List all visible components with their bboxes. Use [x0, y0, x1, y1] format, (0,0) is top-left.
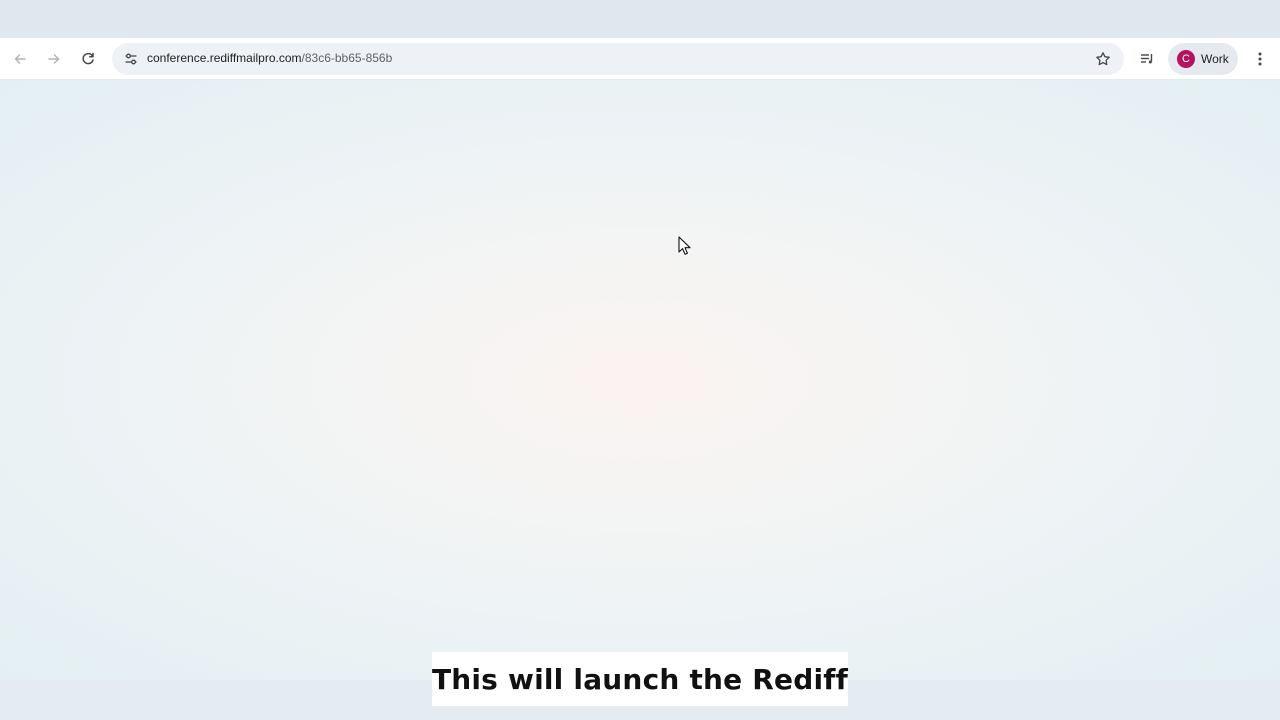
url-path: /83c6-bb65-856b [301, 51, 393, 65]
bookmark-button[interactable] [1090, 46, 1116, 72]
mouse-cursor-icon [678, 236, 691, 255]
url-text[interactable]: conference.rediffmailpro.com/83c6-bb65-8… [147, 51, 392, 65]
window-title-bar [0, 0, 1280, 38]
tune-icon [125, 53, 137, 65]
profile-name: Work [1201, 52, 1229, 66]
media-queue-icon [1141, 54, 1153, 64]
address-bar[interactable]: conference.rediffmailpro.com/83c6-bb65-8… [112, 43, 1124, 75]
arrow-right-icon [48, 54, 60, 64]
media-controls-button[interactable] [1134, 46, 1160, 72]
arrow-left-icon [14, 54, 26, 64]
video-caption: This will launch the Rediff [432, 652, 848, 706]
back-button[interactable] [7, 46, 33, 72]
browser-toolbar: conference.rediffmailpro.com/83c6-bb65-8… [0, 38, 1280, 80]
more-vertical-icon [1258, 52, 1262, 66]
avatar: C [1177, 50, 1195, 68]
site-info-button[interactable] [118, 46, 144, 72]
star-icon [1096, 52, 1110, 66]
profile-button[interactable]: C Work [1168, 43, 1238, 75]
url-host: conference.rediffmailpro.com [147, 51, 302, 65]
browser-menu-button[interactable] [1248, 46, 1272, 72]
reload-icon [82, 52, 94, 65]
forward-button[interactable] [41, 46, 67, 72]
reload-button[interactable] [75, 46, 101, 72]
page-content-loading [0, 80, 1280, 680]
